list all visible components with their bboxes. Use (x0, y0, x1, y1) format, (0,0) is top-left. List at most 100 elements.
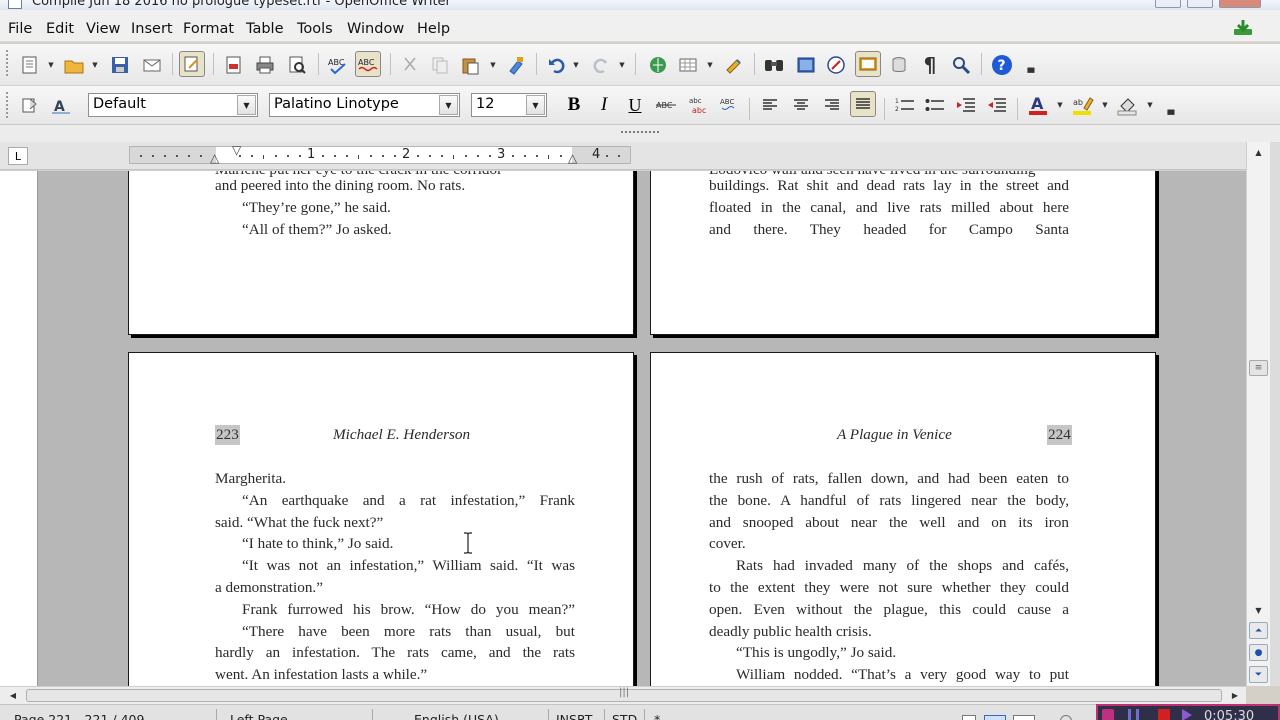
page-number-field[interactable]: 223 (215, 425, 240, 445)
align-left-icon[interactable] (757, 92, 783, 118)
underline-button[interactable]: U (622, 92, 648, 118)
table-icon[interactable] (675, 52, 701, 78)
spellcheck-icon[interactable]: ABC (325, 52, 351, 78)
autospellcheck-icon[interactable]: ABC (355, 51, 381, 77)
subscript-icon[interactable]: ABC (716, 92, 742, 118)
highlighting-dropdown-arrow[interactable]: ▼ (1101, 92, 1109, 118)
menu-tools[interactable]: Tools (297, 21, 333, 37)
paragraph-style-combo[interactable]: Default ▼ (88, 93, 258, 117)
zoom-out-icon[interactable] (1060, 715, 1072, 720)
table-dropdown-arrow[interactable]: ▼ (706, 52, 714, 78)
page-224[interactable]: A Plague in Venice 224 the rush of rats,… (650, 352, 1156, 686)
menu-view[interactable]: View (86, 21, 120, 37)
styles-formatting-icon[interactable] (17, 92, 43, 118)
increase-indent-icon[interactable] (984, 92, 1010, 118)
left-indent-marker-icon[interactable]: △ (210, 151, 219, 165)
toolbar-grip[interactable] (6, 92, 9, 118)
navigator-icon[interactable] (793, 52, 819, 78)
bullets-icon[interactable] (922, 92, 948, 118)
bold-button[interactable]: B (561, 92, 587, 118)
menu-file[interactable]: File (8, 21, 32, 37)
open-dropdown-arrow[interactable]: ▼ (91, 52, 99, 78)
highlighting-icon[interactable]: ab (1070, 92, 1096, 118)
tab-stop-type-button[interactable]: L (8, 147, 28, 165)
pause-icon[interactable] (1128, 709, 1139, 720)
font-size-combo[interactable]: 12 ▼ (471, 93, 547, 117)
copy-icon[interactable] (427, 52, 453, 78)
paste-dropdown-arrow[interactable]: ▼ (489, 52, 497, 78)
save-icon[interactable] (107, 52, 133, 78)
chevron-down-icon[interactable]: ▼ (526, 95, 545, 115)
hyperlink-icon[interactable] (645, 52, 671, 78)
new-document-icon[interactable] (17, 52, 43, 78)
status-page-count[interactable]: Page 221 - 221 / 409 (14, 712, 144, 720)
apply-style-icon[interactable]: A (48, 92, 74, 118)
superscript-icon[interactable]: abc abc (685, 92, 711, 118)
cut-icon[interactable] (397, 52, 423, 78)
scroll-right-arrow-icon[interactable]: ▶ (1226, 687, 1244, 704)
update-available-icon[interactable] (1232, 19, 1254, 37)
help-icon[interactable]: ? (989, 52, 1015, 78)
minimize-button[interactable] (1155, 0, 1181, 8)
decrease-indent-icon[interactable] (953, 92, 979, 118)
menu-help[interactable]: Help (417, 21, 450, 37)
navigation-icon[interactable]: ● (1249, 644, 1268, 661)
formatting-marks-icon[interactable]: ¶ (917, 52, 943, 78)
font-name-combo[interactable]: Palatino Linotype ▼ (269, 93, 460, 117)
horizontal-scrollbar[interactable]: ◀ ||| ▶ (0, 686, 1246, 704)
scroll-up-arrow-icon[interactable]: ▲ (1247, 144, 1270, 160)
numbering-icon[interactable]: 12 (892, 92, 918, 118)
print-preview-icon[interactable] (284, 52, 310, 78)
clone-formatting-icon[interactable] (503, 52, 529, 78)
document-view[interactable]: Marlene put her eye to the crack in the … (0, 171, 1246, 686)
open-folder-icon[interactable] (61, 52, 87, 78)
next-page-icon[interactable]: ⏷ (1249, 666, 1268, 683)
zoom-icon[interactable] (948, 52, 974, 78)
gallery-icon[interactable] (823, 52, 849, 78)
italic-button[interactable]: I (591, 92, 617, 118)
maximize-button[interactable] (1187, 0, 1213, 8)
align-center-icon[interactable] (788, 92, 814, 118)
play-icon[interactable] (1182, 709, 1192, 720)
scroll-down-arrow-icon[interactable]: ▼ (1247, 602, 1270, 618)
page-number-field[interactable]: 224 (1047, 425, 1072, 445)
menu-edit[interactable]: Edit (46, 21, 74, 37)
redo-dropdown-arrow[interactable]: ▼ (618, 52, 626, 78)
menu-format[interactable]: Format (183, 21, 234, 37)
database-icon[interactable] (886, 52, 912, 78)
export-pdf-icon[interactable] (221, 52, 247, 78)
justify-icon[interactable] (850, 91, 876, 117)
stop-icon[interactable] (1158, 709, 1170, 720)
font-color-icon[interactable]: A (1025, 92, 1051, 118)
strikethrough-icon[interactable]: ABC (653, 92, 679, 118)
page-221[interactable]: Marlene put her eye to the crack in the … (128, 171, 634, 335)
scroll-thumb[interactable]: ||| (26, 687, 1222, 702)
background-color-icon[interactable] (1115, 92, 1141, 118)
status-selection-mode[interactable]: STD (612, 712, 637, 720)
email-document-icon[interactable] (139, 52, 165, 78)
background-color-dropdown-arrow[interactable]: ▼ (1146, 92, 1154, 118)
horizontal-ruler[interactable]: △ ▽ △ 1 2 3 4 (129, 143, 631, 165)
toolbar-grip[interactable] (6, 50, 9, 76)
paste-icon[interactable] (457, 52, 483, 78)
print-icon[interactable] (252, 52, 278, 78)
status-page-style[interactable]: Left Page (230, 712, 288, 720)
find-replace-icon[interactable] (761, 52, 787, 78)
edit-file-icon[interactable] (179, 51, 205, 77)
data-sources-icon[interactable] (855, 51, 881, 77)
chevron-down-icon[interactable]: ▼ (237, 95, 256, 115)
chevron-down-icon[interactable]: ▼ (439, 95, 458, 115)
toolbar-overflow-icon[interactable]: ▀ (1163, 96, 1179, 122)
menu-table[interactable]: Table (246, 21, 284, 37)
multi-page-view-icon[interactable] (984, 715, 1006, 720)
undo-icon[interactable] (544, 52, 570, 78)
align-right-icon[interactable] (819, 92, 845, 118)
vertical-scrollbar[interactable]: ▲ ≡ ▼ ⏶ ● ⏷ (1246, 142, 1270, 686)
page-222[interactable]: Lodovico wall and seen have lived in the… (650, 171, 1156, 335)
previous-page-icon[interactable]: ⏶ (1249, 622, 1268, 639)
font-color-dropdown-arrow[interactable]: ▼ (1056, 92, 1064, 118)
book-view-icon[interactable] (1013, 715, 1035, 720)
status-insert-mode[interactable]: INSRT (556, 712, 592, 720)
right-indent-marker-icon[interactable]: △ (568, 151, 577, 165)
toolbar-overflow-icon[interactable]: ▀ (1023, 54, 1039, 80)
